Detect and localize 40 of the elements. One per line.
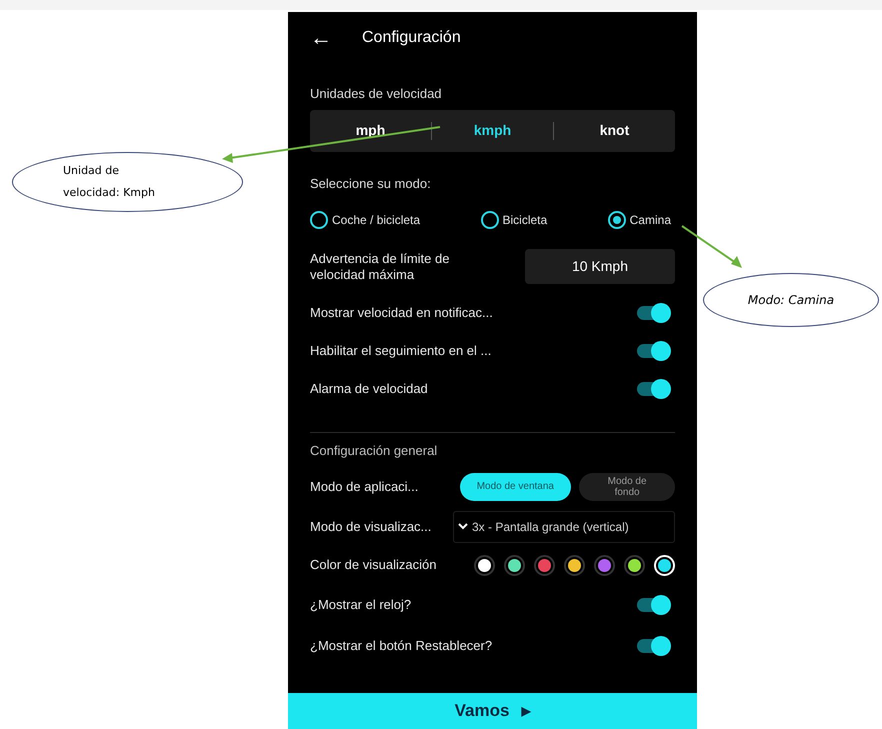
section-label: Seleccione su modo: (310, 174, 432, 192)
setting-label: Modo de visualizac... (310, 518, 432, 536)
color-swatch[interactable] (474, 554, 495, 576)
display-mode-dropdown[interactable]: 3x - Pantalla grande (vertical) (453, 510, 675, 542)
callout-text: Modo: Camina (748, 292, 834, 309)
color-swatch[interactable] (594, 554, 615, 576)
setting-label: Advertencia de límite de velocidad máxima (310, 250, 450, 282)
color-swatch[interactable] (564, 554, 585, 576)
setting-label: Mostrar velocidad en notificac... (310, 304, 493, 322)
color-swatch[interactable] (504, 554, 525, 576)
mode-pill[interactable]: Modo de fondo (579, 472, 675, 500)
radio-label: Coche / bicicleta (332, 212, 420, 229)
section-label: Unidades de velocidad (310, 85, 443, 103)
play-icon: ▶ (521, 702, 530, 720)
radio-label: Bicicleta (502, 212, 548, 229)
screen-title: Configuración (362, 28, 461, 48)
section-label: Configuración general (310, 442, 438, 460)
setting-label: Alarma de velocidad (310, 380, 428, 398)
color-swatch[interactable] (534, 554, 555, 576)
go-button[interactable]: Vamos ▶ (288, 693, 697, 729)
radio-button[interactable] (480, 211, 498, 229)
dropdown-value: 3x - Pantalla grande (vertical) (472, 518, 629, 536)
callout-arrow (681, 225, 742, 268)
color-swatch[interactable] (624, 554, 645, 576)
radio-button[interactable] (310, 211, 328, 229)
setting-label: Habilitar el seguimiento en el ... (310, 342, 492, 360)
mode-pill[interactable]: Modo de ventana (460, 472, 572, 500)
unit-tab[interactable]: mph (310, 110, 431, 152)
radio-button[interactable] (608, 211, 626, 229)
setting-label: ¿Mostrar el reloj? (310, 596, 412, 614)
unit-tab[interactable]: kmph (432, 110, 553, 152)
callout-text: Unidad de velocidad: Kmph (63, 163, 156, 201)
unit-tab[interactable]: knot (554, 110, 675, 152)
speed-limit-field[interactable]: 10 Kmph (525, 249, 675, 284)
back-button[interactable]: ← (310, 27, 332, 49)
chevron-down-icon (458, 523, 468, 530)
setting-label: ¿Mostrar el botón Restablecer? (310, 636, 492, 655)
setting-label: Color de visualización (310, 556, 438, 574)
setting-label: Modo de aplicaci... (310, 478, 420, 496)
radio-label: Camina (630, 212, 671, 229)
